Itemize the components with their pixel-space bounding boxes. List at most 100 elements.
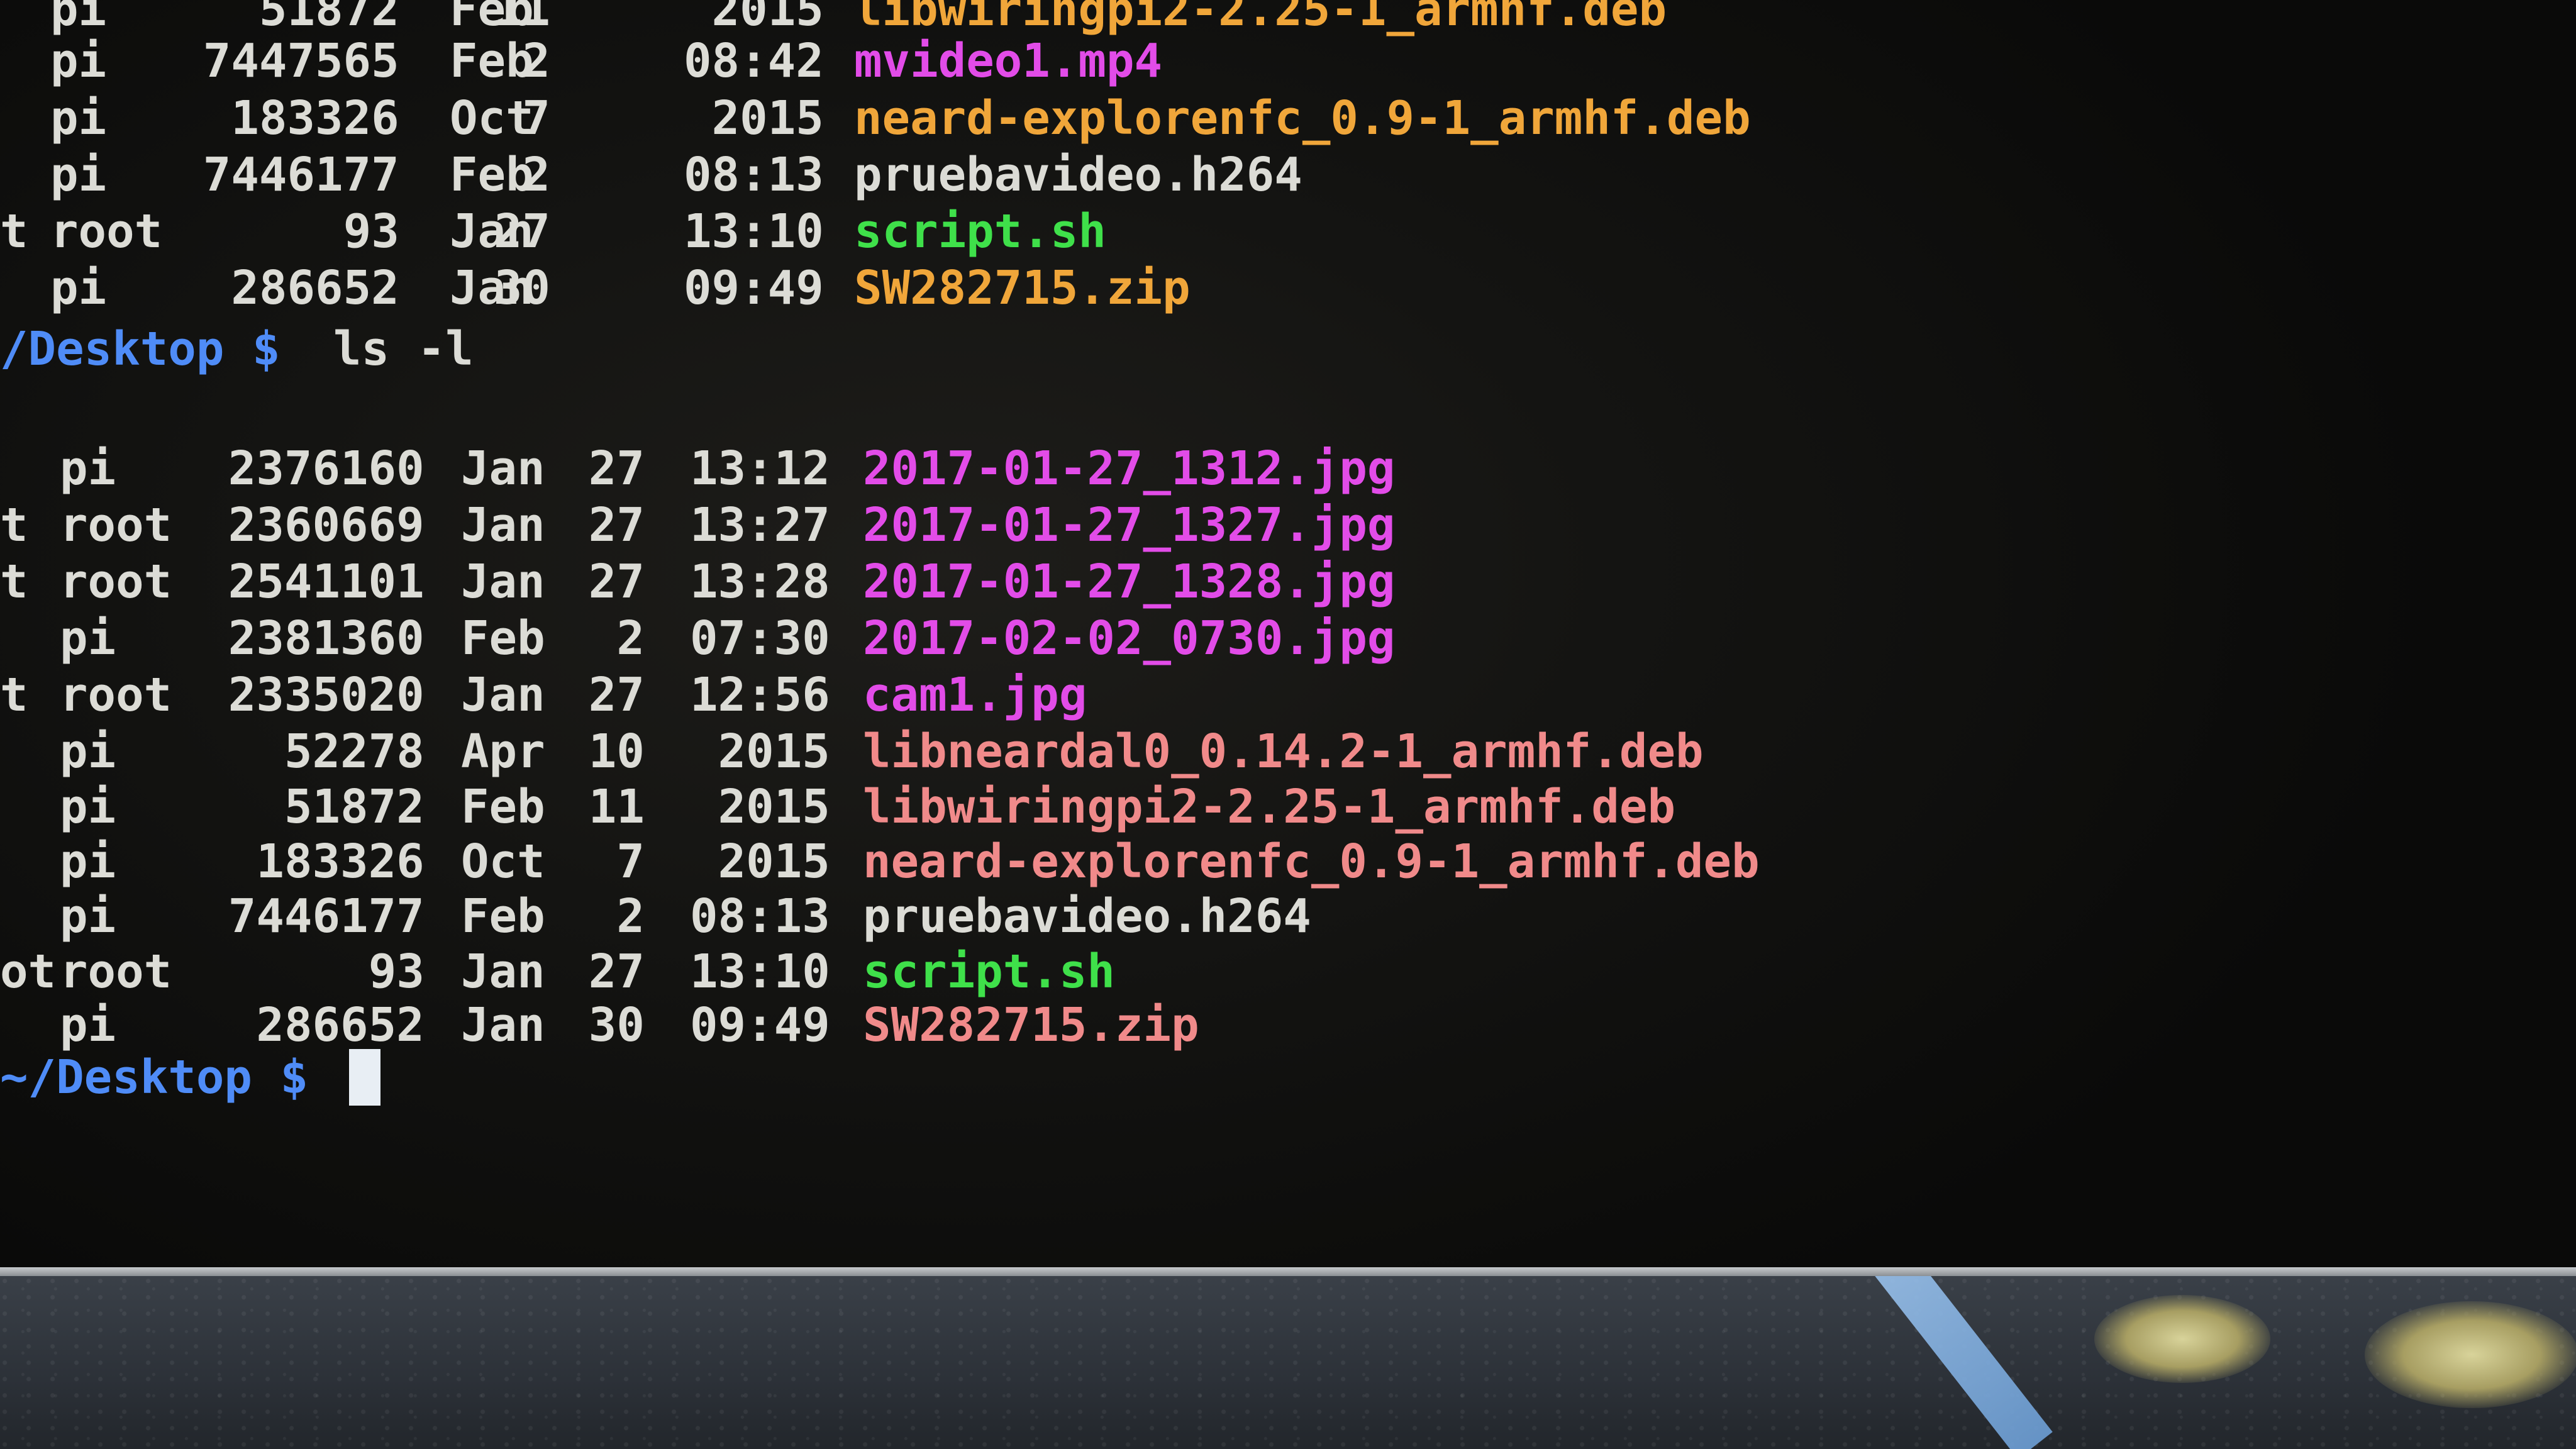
file-size: 52278 (284, 724, 425, 779)
file-name: 2017-01-27_1327.jpg (863, 498, 1396, 552)
file-owner: pi (50, 34, 107, 88)
file-day: 27 (588, 441, 645, 496)
file-time: 09:49 (690, 998, 830, 1052)
file-size: 2381360 (228, 611, 425, 665)
file-time: 08:42 (684, 34, 824, 88)
file-name: libneardal0_0.14.2-1_armhf.deb (863, 724, 1704, 779)
typed-command: ls -l (333, 322, 474, 376)
prompt-line: /Desktop $ ls -l (0, 321, 474, 377)
file-month: Feb (461, 611, 545, 665)
file-month: Apr (461, 724, 545, 779)
file-month: Jan (461, 441, 545, 496)
file-time: 13:12 (690, 441, 830, 496)
file-month: Feb (461, 889, 545, 943)
file-size: 183326 (256, 835, 425, 889)
file-month: Feb (450, 148, 534, 202)
file-day: 7 (522, 91, 550, 145)
wallpaper-grass-tuft (2094, 1295, 2270, 1383)
permission-tail: t (0, 498, 28, 552)
file-name: mvideo1.mp4 (854, 34, 1163, 88)
file-time: 2015 (718, 780, 830, 834)
file-month: Feb (450, 34, 534, 88)
file-month: Jan (461, 998, 545, 1052)
file-month: Jan (461, 668, 545, 722)
file-owner: pi (60, 724, 116, 779)
wallpaper-grass-tuft (2365, 1301, 2576, 1408)
file-time: 13:10 (690, 945, 830, 999)
file-owner: pi (50, 0, 107, 36)
file-name: 2017-01-27_1312.jpg (863, 441, 1396, 496)
file-size: 7447565 (203, 34, 399, 88)
file-time: 2015 (711, 0, 824, 36)
file-name: libwiringpi2-2.25-1_armhf.deb (863, 780, 1676, 834)
file-owner: pi (60, 441, 116, 496)
file-name: SW282715.zip (854, 261, 1191, 315)
file-size: 183326 (231, 91, 399, 145)
file-owner: root (50, 204, 163, 258)
file-time: 08:13 (690, 889, 830, 943)
file-size: 2360669 (228, 498, 425, 552)
file-time: 08:13 (684, 148, 824, 202)
file-owner: pi (60, 998, 116, 1052)
file-size: 93 (343, 204, 399, 258)
file-day: 27 (494, 204, 550, 258)
desktop-wallpaper (0, 1276, 2576, 1449)
file-size: 7446177 (203, 148, 399, 202)
permission-tail: t (0, 668, 28, 722)
file-owner: pi (60, 611, 116, 665)
file-owner: pi (60, 835, 116, 889)
file-day: 27 (588, 555, 645, 609)
file-size: 286652 (231, 261, 399, 315)
prompt-path: /Desktop $ (0, 322, 280, 376)
file-size: 2376160 (228, 441, 425, 496)
file-size: 2335020 (228, 668, 425, 722)
file-time: 07:30 (690, 611, 830, 665)
file-day: 2 (616, 611, 645, 665)
file-size: 2541101 (228, 555, 425, 609)
file-name: script.sh (863, 945, 1115, 999)
file-day: 7 (616, 835, 645, 889)
file-time: 2015 (718, 724, 830, 779)
file-name: SW282715.zip (863, 998, 1199, 1052)
file-day: 2 (522, 34, 550, 88)
file-time: 09:49 (684, 261, 824, 315)
file-name: pruebavideo.h264 (854, 148, 1302, 202)
file-owner: root (60, 555, 172, 609)
file-month: Jan (461, 945, 545, 999)
file-name: libwiringpi2-2.25-1_armhf.deb (854, 0, 1667, 36)
file-owner: pi (50, 148, 107, 202)
permission-tail: t (0, 555, 28, 609)
file-day: 2 (522, 148, 550, 202)
file-size: 7446177 (228, 889, 425, 943)
file-owner: pi (50, 261, 107, 315)
file-owner: pi (60, 780, 116, 834)
file-time: 13:10 (684, 204, 824, 258)
permission-tail: t (0, 204, 28, 258)
file-time: 13:28 (690, 555, 830, 609)
terminal-window[interactable]: pi 51872 Feb 11 2015 libwiringpi2-2.25-1_armh… (0, 0, 2576, 1267)
file-day: 27 (588, 945, 645, 999)
file-owner: root (60, 945, 172, 999)
monitor-bezel-edge (0, 1267, 2576, 1276)
file-month: Jan (461, 498, 545, 552)
file-name: cam1.jpg (863, 668, 1087, 722)
file-month: Jan (461, 555, 545, 609)
file-day: 2 (616, 889, 645, 943)
file-size: 286652 (256, 998, 425, 1052)
file-month: Feb (461, 780, 545, 834)
file-size: 93 (368, 945, 425, 999)
file-time: 13:27 (690, 498, 830, 552)
text-cursor (349, 1049, 380, 1106)
permission-tail: ot (0, 945, 57, 999)
file-time: 12:56 (690, 668, 830, 722)
file-day: 30 (588, 998, 645, 1052)
prompt-path: ~/Desktop $ (0, 1050, 309, 1104)
photo-of-monitor: pi 51872 Feb 11 2015 libwiringpi2-2.25-1_armh… (0, 0, 2576, 1449)
file-owner: root (60, 498, 172, 552)
file-day: 27 (588, 498, 645, 552)
file-month: Oct (461, 835, 545, 889)
prompt-line-active[interactable]: ~/Desktop $ (0, 1049, 308, 1106)
file-month: Oct (450, 91, 534, 145)
file-size: 51872 (259, 0, 399, 36)
file-time: 2015 (718, 835, 830, 889)
